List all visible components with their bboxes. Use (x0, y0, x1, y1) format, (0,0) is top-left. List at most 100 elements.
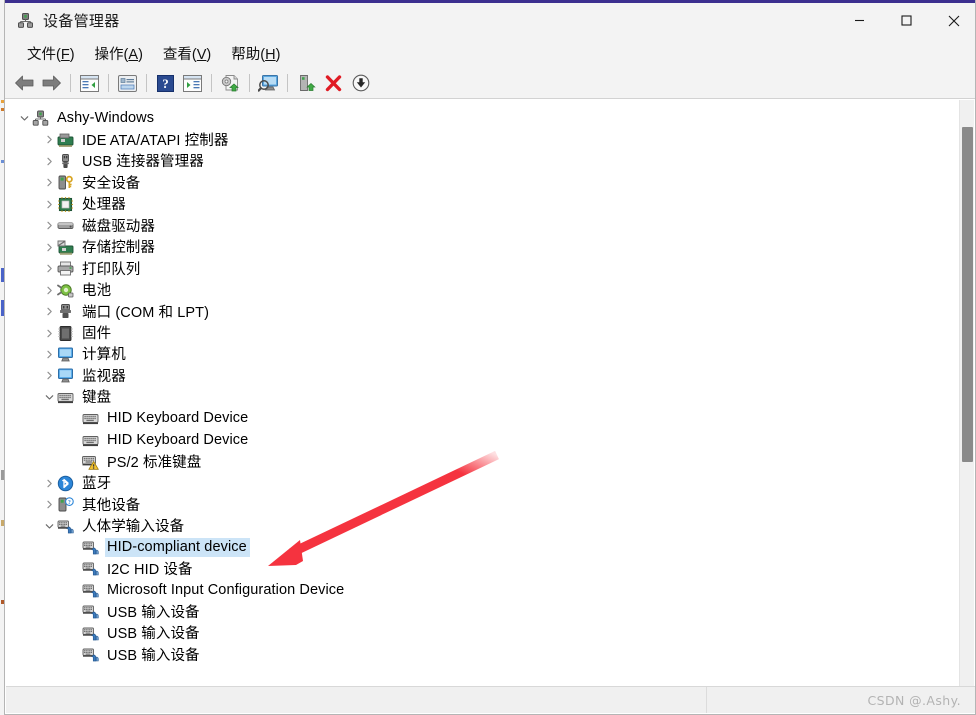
forward-button[interactable] (38, 71, 65, 96)
status-bar-right-section: CSDN @.Ashy. (707, 687, 975, 713)
tree-item[interactable]: USB 输入设备 (66, 601, 203, 622)
tree-item-label: 处理器 (82, 197, 126, 214)
chevron-right-icon[interactable] (41, 151, 57, 172)
tree-item[interactable]: 计算机 (41, 344, 129, 365)
tree-item[interactable]: ? 其他设备 (41, 494, 143, 515)
menu-view[interactable]: 查看(V) (153, 40, 221, 67)
monitor-blue-icon (57, 346, 74, 363)
maximize-icon (901, 15, 912, 26)
computer-root-icon (32, 110, 49, 127)
tree-item[interactable]: HID Keyboard Device (66, 408, 251, 429)
menu-view-accel: V (196, 46, 207, 63)
chevron-right-icon[interactable] (41, 365, 57, 386)
enable-device-button[interactable] (293, 71, 320, 96)
update-driver-button[interactable] (217, 71, 244, 96)
tree-item-label: 其他设备 (82, 497, 141, 514)
chevron-down-icon (45, 523, 53, 529)
scrollbar-thumb[interactable] (962, 127, 973, 462)
back-button[interactable] (11, 71, 38, 96)
tree-item[interactable]: IDE ATA/ATAPI 控制器 (41, 129, 231, 150)
other-device-icon: ? (57, 496, 74, 513)
chevron-right-icon (46, 372, 52, 380)
chevron-right-icon (46, 264, 52, 273)
tree-vertical-scrollbar[interactable] (959, 100, 974, 686)
chevron-right-icon[interactable] (41, 215, 57, 236)
tree-item[interactable]: Ashy-Windows (16, 108, 157, 129)
tree-item[interactable]: 存储控制器 (41, 237, 158, 258)
tree-item[interactable]: 键盘 (41, 387, 114, 408)
tree-item[interactable]: 监视器 (41, 365, 129, 386)
chevron-right-icon[interactable] (41, 129, 57, 150)
tree-item-label: USB 输入设备 (107, 626, 200, 643)
tree-item[interactable]: 处理器 (41, 194, 129, 215)
chevron-right-icon[interactable] (41, 194, 57, 215)
chevron-right-icon[interactable] (41, 344, 57, 365)
battery-icon (57, 282, 74, 299)
tree-item[interactable]: 打印队列 (41, 258, 143, 279)
ide-controller-icon (57, 131, 74, 148)
chevron-right-icon[interactable] (41, 494, 57, 515)
scan-hardware-button[interactable] (255, 71, 282, 96)
disable-device-button[interactable] (347, 71, 374, 96)
tree-item[interactable]: Microsoft Input Configuration Device (66, 580, 347, 601)
show-hide-action-pane-button[interactable] (179, 71, 206, 96)
maximize-button[interactable] (883, 3, 930, 38)
device-tree[interactable]: Ashy-Windows IDE ATA/ATAPI 控制器 USB 连接器管理器安… (6, 100, 961, 686)
tree-item[interactable]: 磁盘驱动器 (41, 215, 158, 236)
menu-bar: 文件(F) 操作(A) 查看(V) 帮助(H) (5, 38, 975, 68)
close-button[interactable] (930, 3, 975, 38)
minimize-button[interactable] (836, 3, 883, 38)
svg-text:?: ? (162, 76, 169, 91)
chevron-right-icon[interactable] (41, 301, 57, 322)
chevron-down-icon[interactable] (16, 108, 32, 129)
toolbar-separator (287, 74, 288, 92)
scan-hardware-icon (258, 75, 278, 92)
menu-help[interactable]: 帮助(H) (221, 40, 290, 67)
tree-item[interactable]: 电池 (41, 280, 114, 301)
menu-action-accel: A (128, 46, 139, 63)
tree-item-label: 监视器 (82, 368, 126, 385)
tree-item[interactable]: USB 输入设备 (66, 623, 203, 644)
chevron-right-icon[interactable] (41, 323, 57, 344)
chevron-right-icon (46, 179, 52, 187)
chevron-down-icon[interactable] (41, 387, 57, 408)
hid-icon (82, 625, 99, 642)
tree-item[interactable]: 固件 (41, 323, 114, 344)
tree-item[interactable]: USB 输入设备 (66, 644, 203, 665)
tree-item[interactable]: 端口 (COM 和 LPT) (41, 301, 212, 322)
tree-item[interactable]: HID Keyboard Device (66, 430, 251, 451)
toolbar-separator (70, 74, 71, 92)
tree-item-label: HID-compliant device (105, 538, 250, 557)
tree-item[interactable]: 人体学输入设备 (41, 516, 187, 537)
menu-file[interactable]: 文件(F) (17, 40, 85, 67)
tree-item[interactable]: I2C HID 设备 (66, 558, 196, 579)
menu-action[interactable]: 操作(A) (85, 40, 153, 67)
chevron-right-icon[interactable] (41, 473, 57, 494)
tree-item[interactable]: USB 连接器管理器 (41, 151, 207, 172)
help-button[interactable]: ? (152, 71, 179, 96)
help-question-icon: ? (157, 74, 174, 92)
tree-item-selected[interactable]: HID-compliant device (66, 537, 250, 558)
tree-item[interactable]: 蓝牙 (41, 473, 114, 494)
chevron-right-icon[interactable] (41, 237, 57, 258)
tree-item-label: Microsoft Input Configuration Device (107, 581, 345, 598)
title-bar[interactable]: 设备管理器 (5, 3, 975, 38)
hid-icon (57, 518, 74, 535)
uninstall-device-button[interactable] (320, 71, 347, 96)
tree-item-label: 打印队列 (82, 261, 141, 278)
chevron-down-icon[interactable] (41, 516, 57, 537)
disk-drive-icon (57, 217, 74, 234)
chevron-right-icon[interactable] (41, 172, 57, 193)
enable-device-icon (299, 75, 316, 91)
chevron-right-icon[interactable] (41, 258, 57, 279)
chevron-right-icon (46, 157, 52, 166)
tree-item-label: 电池 (82, 283, 112, 300)
chevron-right-icon (46, 136, 52, 144)
tree-item[interactable]: 安全设备 (41, 172, 143, 193)
chevron-right-icon[interactable] (41, 280, 57, 301)
tree-item[interactable]: PS/2 标准键盘 (66, 451, 204, 472)
menu-action-label: 操作 (94, 46, 124, 63)
properties-button[interactable] (114, 71, 141, 96)
show-hide-console-tree-button[interactable] (76, 71, 103, 96)
